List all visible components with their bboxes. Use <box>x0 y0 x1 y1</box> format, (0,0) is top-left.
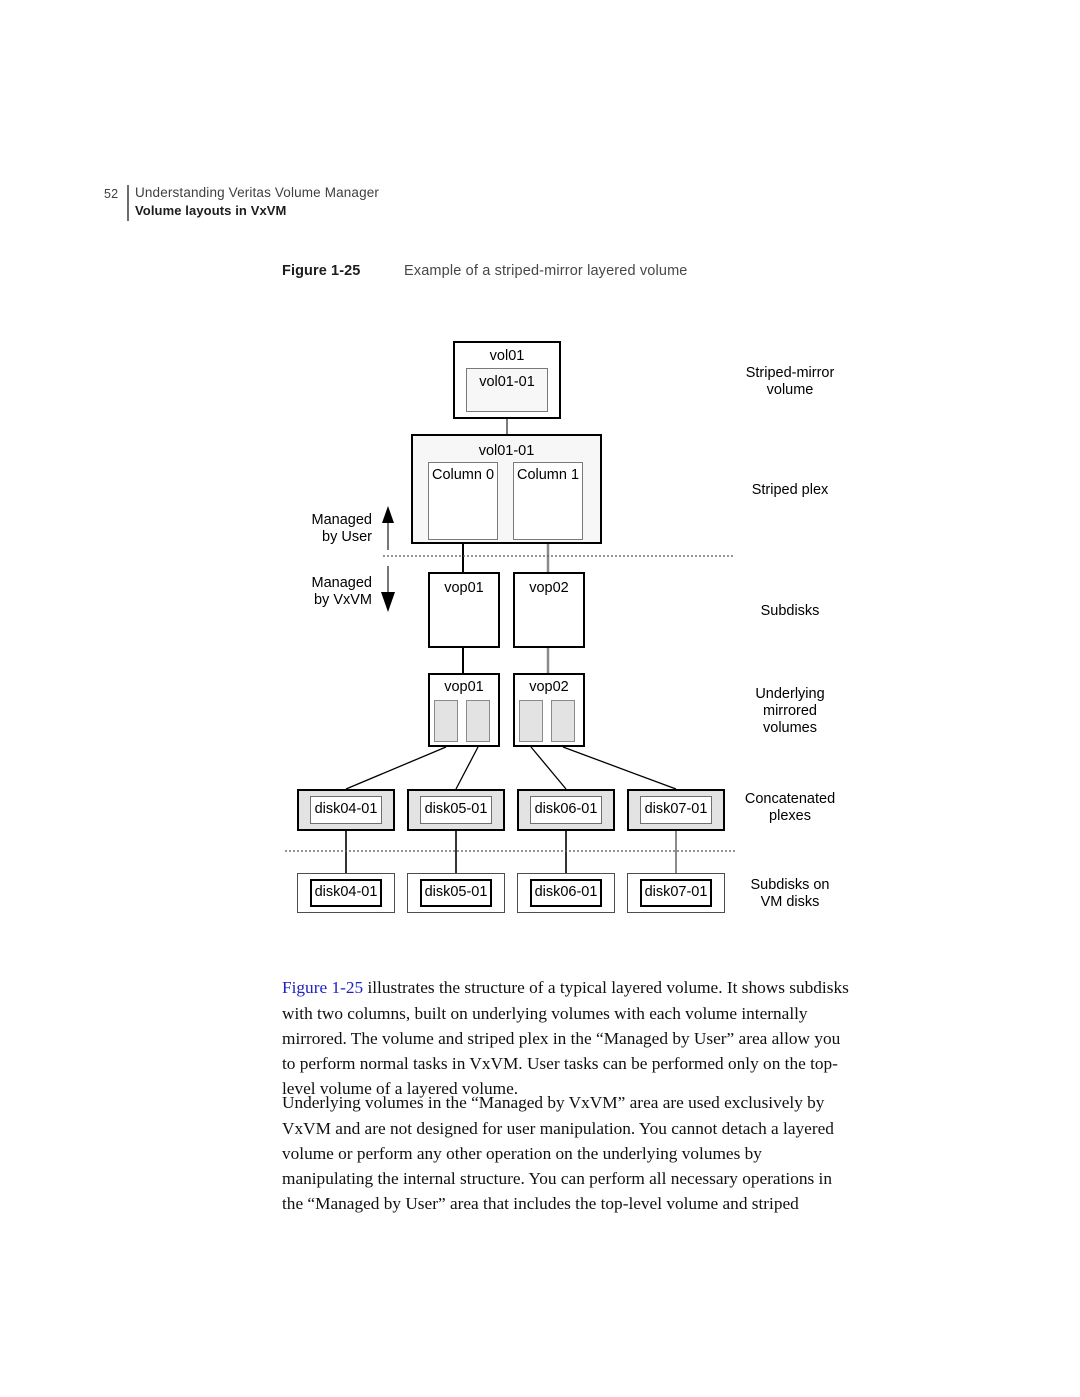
managed-by-vxvm-line2: by VxVM <box>313 592 372 609</box>
body-paragraph-1-text: illustrates the structure of a typical l… <box>282 978 849 1099</box>
managed-by-user-arrow-head-icon <box>382 506 394 523</box>
side-label-line1: Subdisks on <box>750 877 830 893</box>
side-label-line1: Concatenated <box>744 791 836 807</box>
side-label-line1: Subdisks <box>760 603 820 619</box>
connector-mirvol1b-to-catplex3 <box>562 746 677 790</box>
node-subdisk-vop01[interactable]: vop01 <box>428 572 500 648</box>
node-vm-disk-subdisk-label-box-2[interactable]: disk06-01 <box>530 879 602 907</box>
connector-mirvol0a-to-catplex0 <box>345 746 447 790</box>
side-label-subdisks-on-vm-disks: Subdisks on VM disks <box>690 877 890 911</box>
side-label-striped-mirror-volume: Striped-mirror volume <box>690 365 890 399</box>
figure-title: Example of a striped-mirror layered volu… <box>404 263 688 279</box>
node-label: disk05-01 <box>424 884 488 900</box>
managed-by-user-line1: Managed <box>311 512 372 528</box>
node-label: disk05-01 <box>424 801 488 817</box>
side-label-concatenated-plexes: Concatenated plexes <box>690 791 890 825</box>
managed-by-user-line2: by User <box>322 529 372 546</box>
connector-mirvol1a-to-catplex2 <box>530 746 567 790</box>
node-vm-disk-subdisk-label-box-0[interactable]: disk04-01 <box>310 879 382 907</box>
node-vm-disk-subdisk-label-box-1[interactable]: disk05-01 <box>420 879 492 907</box>
connector-mirvol0b-to-catplex1 <box>455 746 479 790</box>
managed-by-user-label: Managed by User <box>252 512 372 546</box>
side-label-striped-plex: Striped plex <box>690 482 890 499</box>
node-mirror-plex-vop02-b[interactable] <box>551 700 575 742</box>
running-header: 52 Understanding Veritas Volume Manager … <box>104 185 804 227</box>
side-label-underlying-mirrored-volumes: Underlying mirrored volumes <box>690 686 890 737</box>
side-label-line1: Underlying <box>755 686 825 702</box>
node-label: disk06-01 <box>534 884 598 900</box>
node-mirror-plex-vop01-b[interactable] <box>466 700 490 742</box>
node-label: vop02 <box>529 580 569 596</box>
side-label-line3: volumes <box>763 720 817 737</box>
side-label-line2: mirrored <box>763 703 817 720</box>
node-striped-plex-column-0[interactable]: Column 0 <box>428 462 498 540</box>
node-striped-plex-column-1[interactable]: Column 1 <box>513 462 583 540</box>
node-label: disk06-01 <box>534 801 598 817</box>
node-label: disk04-01 <box>314 801 378 817</box>
node-concatenated-plex-label-box-0[interactable]: disk04-01 <box>310 796 382 824</box>
managed-by-vxvm-label: Managed by VxVM <box>252 575 372 609</box>
node-label: Column 1 <box>516 467 580 483</box>
node-volume-plex-vol01-01[interactable]: vol01-01 <box>466 368 548 412</box>
managed-by-vxvm-line1: Managed <box>311 575 372 591</box>
side-label-subdisks: Subdisks <box>690 603 890 620</box>
body-paragraph-2: Underlying volumes in the “Managed by Vx… <box>282 1093 834 1214</box>
node-label: Column 0 <box>431 467 495 483</box>
body-paragraph-1: Figure 1-25 illustrates the structure of… <box>282 975 857 1101</box>
section-title: Volume layouts in VxVM <box>135 203 287 218</box>
node-label: vop01 <box>444 580 484 596</box>
managed-by-vxvm-arrow-head-icon <box>381 592 395 612</box>
node-mirror-plex-vop02-a[interactable] <box>519 700 543 742</box>
figure-number: Figure 1-25 <box>282 263 361 279</box>
figure-caption: Figure 1-25 Example of a striped-mirror … <box>282 263 882 287</box>
figure-cross-reference-link[interactable]: Figure 1-25 <box>282 978 363 997</box>
node-label: vol01-01 <box>479 374 535 390</box>
side-label-line2: VM disks <box>760 894 820 911</box>
node-mirror-plex-vop01-a[interactable] <box>434 700 458 742</box>
side-label-line2: plexes <box>769 808 811 825</box>
node-subdisk-vop02[interactable]: vop02 <box>513 572 585 648</box>
side-label-line1: Striped-mirror <box>745 365 835 381</box>
side-label-line2: volume <box>766 382 814 399</box>
node-concatenated-plex-label-box-2[interactable]: disk06-01 <box>530 796 602 824</box>
side-label-line1: Striped plex <box>751 482 829 498</box>
node-label: disk04-01 <box>314 884 378 900</box>
page-number: 52 <box>104 187 119 201</box>
chapter-title: Understanding Veritas Volume Manager <box>135 185 380 200</box>
header-divider-rule <box>127 185 129 221</box>
node-concatenated-plex-label-box-1[interactable]: disk05-01 <box>420 796 492 824</box>
